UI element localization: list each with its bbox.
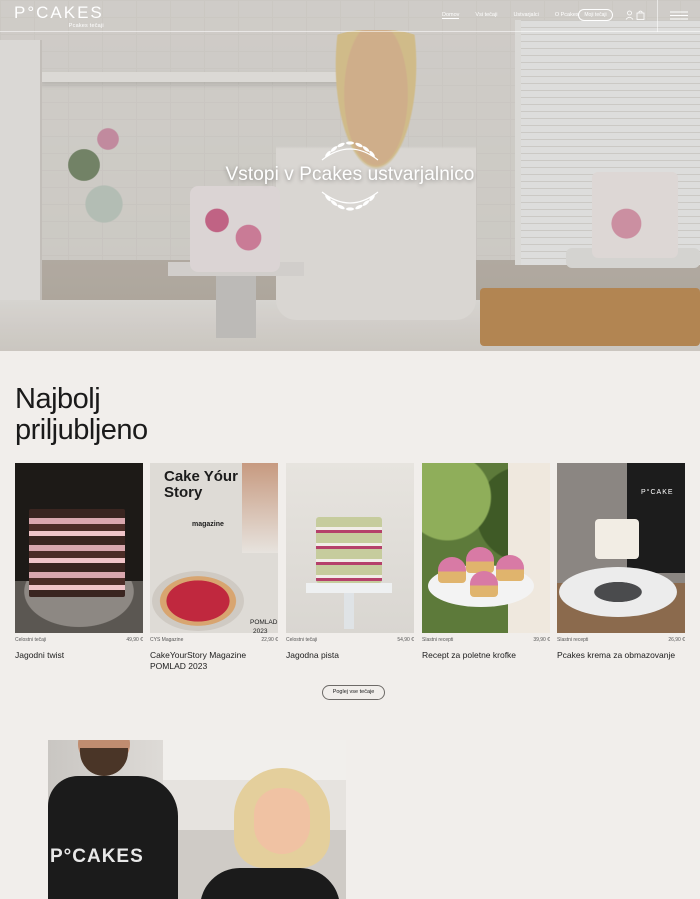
product-price: 39,90 € <box>533 637 550 643</box>
magazine-cover-subtitle: magazine <box>192 521 224 528</box>
product-meta: Slastni recepti 26,90 € <box>557 637 685 643</box>
product-card[interactable]: P°CAKE Slastni recepti 26,90 € Pcakes kr… <box>557 463 685 661</box>
product-meta: CYS Magazine 22,90 € <box>150 637 278 643</box>
product-name[interactable]: CakeYourStory Magazine POMLAD 2023 <box>150 650 278 672</box>
team-photo: P°CAKES <box>48 740 346 899</box>
product-image[interactable] <box>422 463 550 633</box>
product-meta: Celostni tečaji 49,90 € <box>15 637 143 643</box>
top-navigation: P°CAKES Pcakes tečaji Domov Vsi tečaji U… <box>0 0 700 32</box>
logo-subtitle: Pcakes tečaji <box>68 23 104 29</box>
product-card[interactable]: Celostni tečaji 54,90 € Jagodna pista <box>286 463 414 661</box>
magazine-season: POMLAD <box>250 619 278 626</box>
laurel-top-icon <box>321 141 379 161</box>
product-category: CYS Magazine <box>150 637 184 643</box>
product-name[interactable]: Jagodna pista <box>286 650 414 661</box>
product-meta: Slastni recepti 39,90 € <box>422 637 550 643</box>
section-title-line1: Najbolj <box>15 383 101 415</box>
product-price: 26,90 € <box>668 637 685 643</box>
beard <box>80 748 128 776</box>
pistachio-cake <box>316 517 382 583</box>
product-image[interactable] <box>286 463 414 633</box>
product-price: 49,90 € <box>126 637 143 643</box>
nav-divider <box>657 0 658 32</box>
product-category: Celostni tečaji <box>15 637 47 643</box>
magazine-cover-title: Cake Yóur Story <box>164 468 238 501</box>
cake-stand <box>306 583 392 629</box>
white-cake <box>595 519 639 559</box>
nav-link-courses[interactable]: Vsi tečaji <box>475 12 497 19</box>
section-title: Najbolj priljubljeno <box>15 384 148 446</box>
product-name[interactable]: Pcakes krema za obmazovanje <box>557 650 685 661</box>
hero-title: Vstopi v Pcakes ustvarjalnico <box>225 164 475 185</box>
shirt <box>48 776 178 899</box>
cake-slice <box>29 509 125 597</box>
product-card[interactable]: Celostni tečaji 49,90 € Jagodni twist <box>15 463 143 661</box>
apron-text: P°CAKE <box>641 489 674 496</box>
shirt <box>200 868 340 899</box>
nav-link-home[interactable]: Domov <box>442 12 460 19</box>
nav-links: Domov Vsi tečaji Ustvarjalci O Pcakes <box>442 12 595 19</box>
menu-icon[interactable] <box>670 11 688 20</box>
product-card[interactable]: Slastni recepti 39,90 € Recept za poletn… <box>422 463 550 661</box>
cart-icon[interactable] <box>636 10 645 20</box>
product-category: Slastni recepti <box>422 637 454 643</box>
cream-puff <box>466 547 494 573</box>
logo-text: P°CAKES <box>14 3 104 22</box>
cake-turntable <box>559 567 677 617</box>
view-all-courses-button[interactable]: Poglej vse tečaje <box>322 685 385 700</box>
person-woman <box>200 768 340 899</box>
cream-puff <box>438 557 466 583</box>
product-meta: Celostni tečaji 54,90 € <box>286 637 414 643</box>
product-category: Slastni recepti <box>557 637 589 643</box>
product-image[interactable]: Cake Yóur Story magazine POMLAD 2023 <box>150 463 278 633</box>
apron <box>508 463 550 633</box>
product-name[interactable]: Recept za poletne krofke <box>422 650 550 661</box>
hero-banner: Vstopi v Pcakes ustvarjalnico P°CAKES Pc… <box>0 0 700 351</box>
section-title-line2: priljubljeno <box>15 414 148 446</box>
magazine-year: 2023 <box>253 628 268 633</box>
laurel-bottom-icon <box>321 191 379 211</box>
product-price: 54,90 € <box>397 637 414 643</box>
product-image[interactable] <box>15 463 143 633</box>
cream-puff <box>496 555 524 581</box>
product-name[interactable]: Jagodni twist <box>15 650 143 661</box>
product-card[interactable]: Cake Yóur Story magazine POMLAD 2023 CYS… <box>150 463 278 672</box>
cream-puff <box>470 571 498 597</box>
nav-link-creators[interactable]: Ustvarjalci <box>513 12 538 19</box>
face <box>254 788 310 854</box>
arm <box>242 463 278 553</box>
strawberry-tart <box>152 571 244 631</box>
my-courses-button[interactable]: Moji tečaji <box>578 9 613 21</box>
product-image[interactable]: P°CAKE <box>557 463 685 633</box>
product-category: Celostni tečaji <box>286 637 318 643</box>
person-man: P°CAKES <box>48 740 188 899</box>
site-logo[interactable]: P°CAKES Pcakes tečaji <box>14 3 104 30</box>
product-price: 22,90 € <box>261 637 278 643</box>
user-icon[interactable] <box>625 10 634 20</box>
nav-link-about[interactable]: O Pcakes <box>555 12 579 19</box>
shirt-logo-text: P°CAKES <box>50 846 144 867</box>
